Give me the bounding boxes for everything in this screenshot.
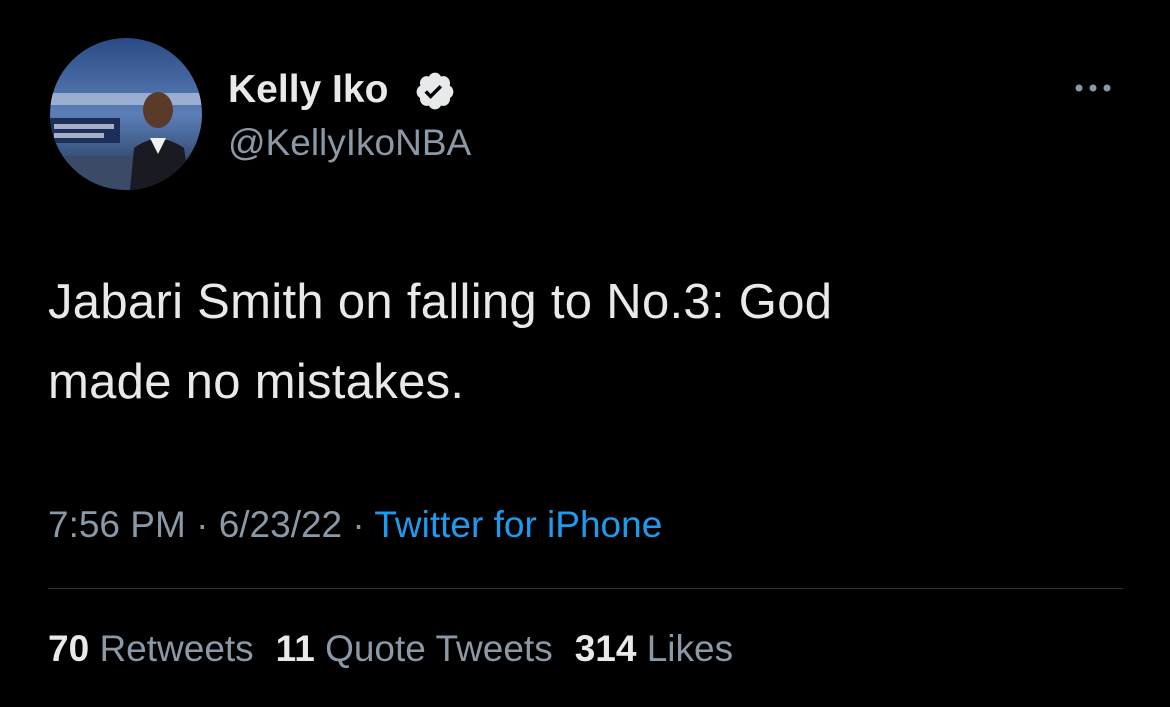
- more-options-icon[interactable]: [1068, 76, 1118, 100]
- author-avatar[interactable]: [50, 38, 202, 190]
- retweets-stat[interactable]: 70 Retweets: [48, 628, 254, 669]
- author-display-name[interactable]: Kelly Iko: [228, 68, 388, 112]
- quote-tweets-count: 11: [275, 628, 315, 669]
- tweet-card: Kelly Iko @KellyIkoNBA Jabari Smith on f…: [0, 0, 1170, 707]
- tweet-text-line: made no mistakes.: [48, 355, 465, 409]
- tweet-date[interactable]: 6/23/22: [219, 504, 342, 545]
- tweet-stats: 70 Retweets 11 Quote Tweets 314 Likes: [48, 624, 755, 674]
- tweet-metadata: 7:56 PM · 6/23/22 · Twitter for iPhone: [48, 500, 662, 550]
- quote-tweets-stat[interactable]: 11 Quote Tweets: [276, 628, 553, 669]
- tweet-time[interactable]: 7:56 PM: [48, 504, 186, 545]
- tweet-source-link[interactable]: Twitter for iPhone: [374, 504, 662, 545]
- likes-count: 314: [574, 628, 637, 669]
- tweet-text-line: Jabari Smith on falling to No.3: God: [48, 275, 833, 329]
- quote-tweets-label: Quote Tweets: [325, 628, 553, 669]
- tweet-text: Jabari Smith on falling to No.3: God mad…: [48, 262, 1108, 422]
- author-handle[interactable]: @KellyIkoNBA: [228, 122, 471, 164]
- likes-stat[interactable]: 314 Likes: [575, 628, 733, 669]
- verified-badge-icon: [416, 72, 454, 110]
- retweets-label: Retweets: [99, 628, 254, 669]
- avatar-photo-icon: [50, 38, 202, 190]
- retweets-count: 70: [48, 628, 90, 669]
- meta-separator: ·: [342, 504, 375, 545]
- divider: [48, 588, 1123, 589]
- meta-separator: ·: [185, 504, 219, 545]
- likes-label: Likes: [646, 628, 734, 669]
